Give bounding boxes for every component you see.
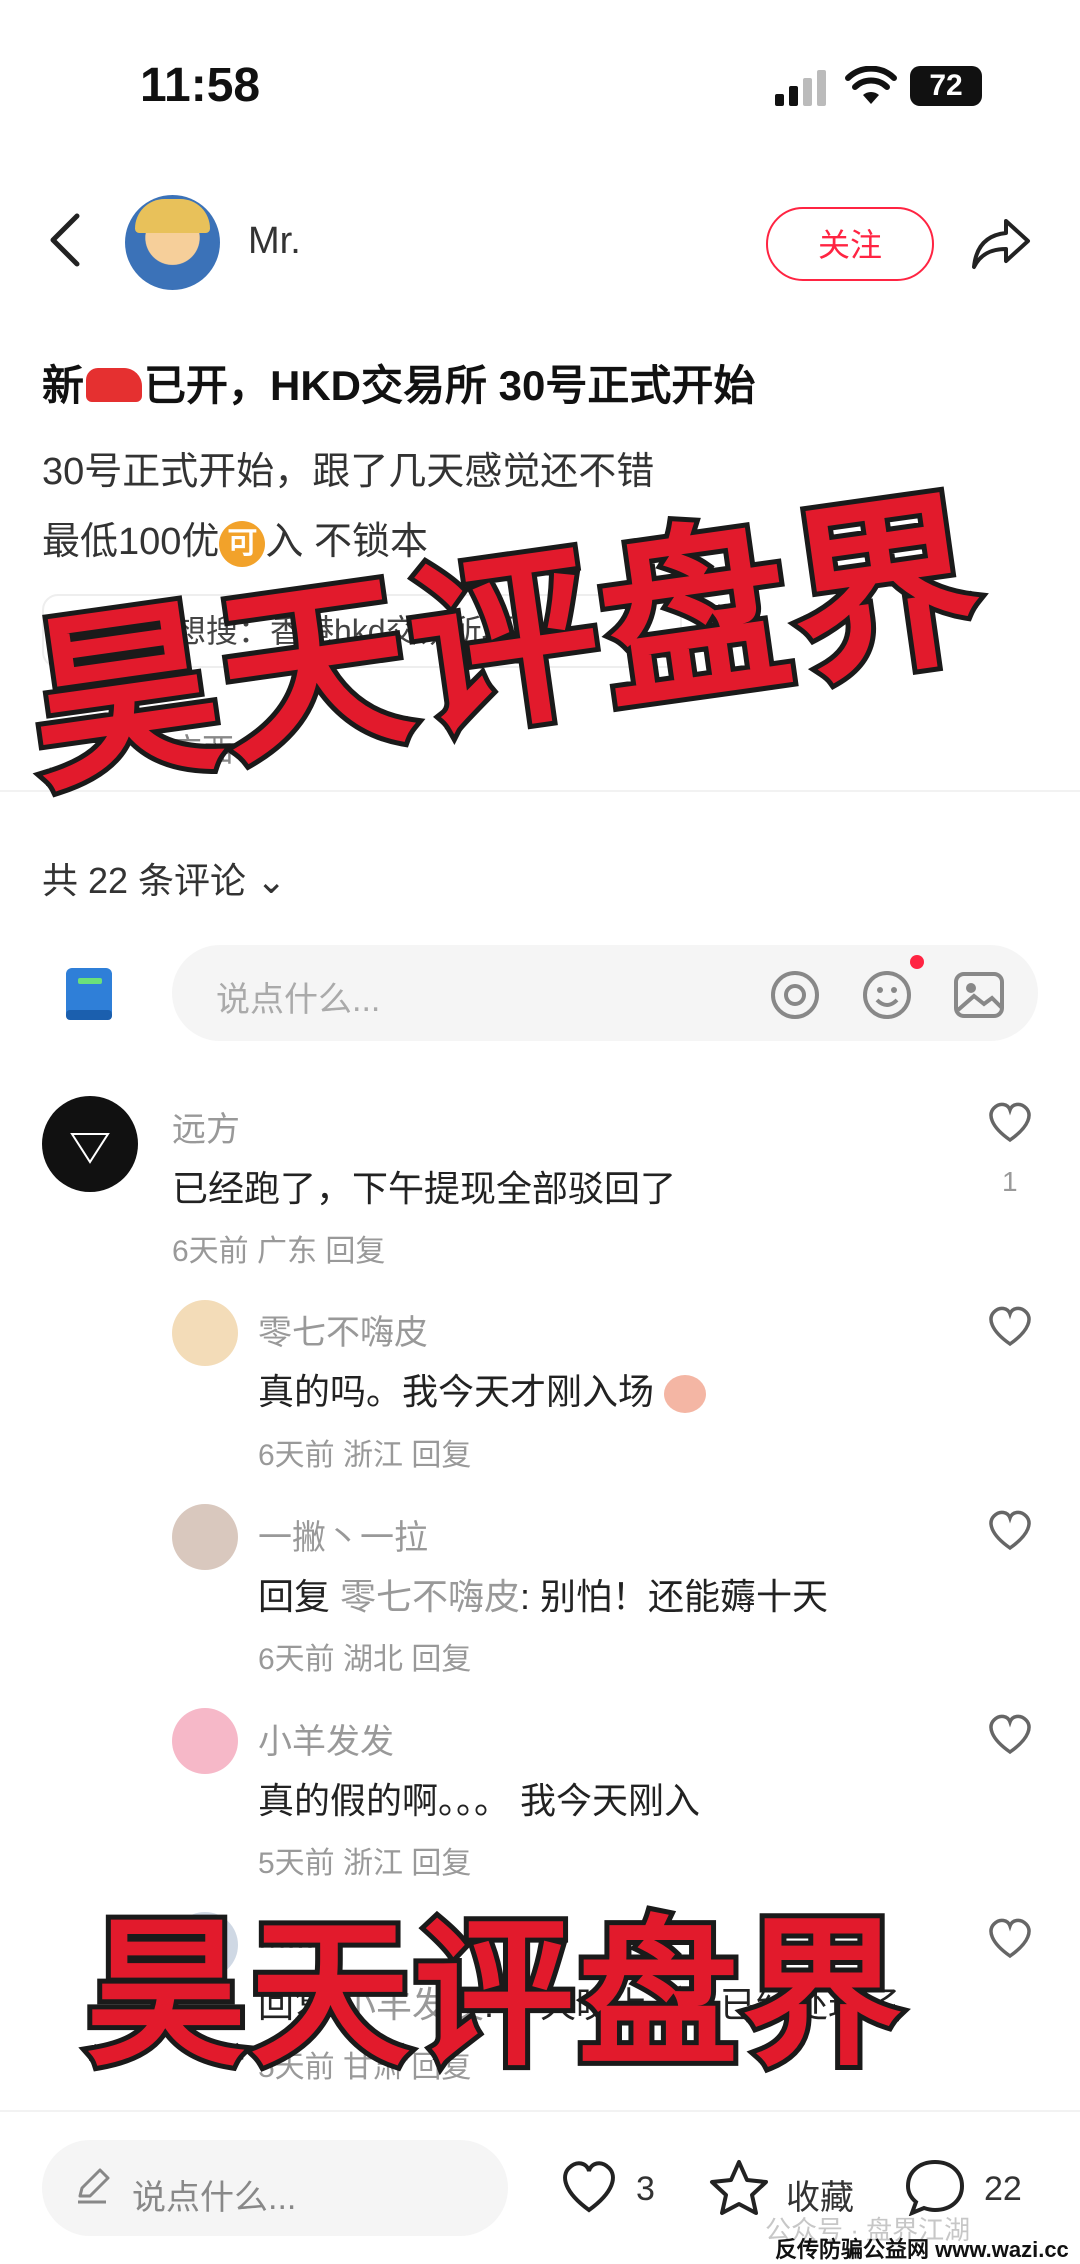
comment-text-content: 真的吗。我今天才刚入场 bbox=[258, 1371, 655, 1412]
battery-indicator: 72 bbox=[910, 66, 982, 106]
like-heart-icon[interactable] bbox=[558, 2158, 620, 2216]
commenter-avatar[interactable] bbox=[172, 1504, 238, 1570]
signal-icon bbox=[775, 70, 826, 106]
share-icon[interactable] bbox=[970, 215, 1032, 271]
heart-icon[interactable] bbox=[986, 1916, 1034, 1960]
comment-text: 真的假的啊。。。 我今天刚入 bbox=[258, 1780, 701, 1821]
title-suffix: 已开，HKD交易所 30号正式开始 bbox=[144, 362, 756, 409]
commenter-name[interactable]: 一撇丶一拉 bbox=[258, 1510, 428, 1559]
car-icon bbox=[86, 367, 143, 402]
reply-prefix: 回复 bbox=[258, 1576, 331, 1617]
mention-icon[interactable] bbox=[768, 968, 822, 1022]
reply-to-name[interactable]: 零七不嗨皮 bbox=[340, 1576, 520, 1617]
image-icon[interactable] bbox=[952, 968, 1006, 1022]
commenter-avatar[interactable] bbox=[42, 1096, 138, 1192]
heart-icon[interactable] bbox=[986, 1508, 1034, 1552]
site-watermark: 反传防骗公益网 www.wazi.cc bbox=[775, 2237, 1069, 2262]
comment-text: 回复 零七不嗨皮: 别怕！还能薅十天 bbox=[258, 1568, 828, 1620]
comment-count-toggle[interactable]: 共 22 条评论 ⌄ bbox=[42, 852, 286, 904]
like-count: 3 bbox=[636, 2170, 655, 2208]
book-icon[interactable] bbox=[64, 966, 116, 1022]
post-title: 新 已开，HKD交易所 30号正式开始 bbox=[42, 352, 755, 413]
commenter-avatar[interactable] bbox=[172, 1300, 238, 1366]
emoji-icon[interactable] bbox=[860, 968, 914, 1022]
like-count: 1 bbox=[1002, 1166, 1018, 1197]
comment-text-content: : 别怕！还能薅十天 bbox=[520, 1576, 829, 1617]
comment-meta[interactable]: 6天前 浙江 回复 bbox=[258, 1430, 471, 1474]
status-time: 11:58 bbox=[140, 59, 261, 112]
wifi-icon bbox=[845, 66, 897, 104]
comment-text: 已经跑了，下午提现全部驳回了 bbox=[172, 1168, 677, 1209]
back-arrow-icon[interactable] bbox=[45, 210, 85, 270]
commenter-name[interactable]: 小羊发发 bbox=[258, 1714, 394, 1763]
triangle-logo-icon bbox=[70, 1133, 110, 1164]
comment-meta[interactable]: 6天前 广东 回复 bbox=[172, 1226, 385, 1270]
chevron-down-icon: ⌄ bbox=[256, 860, 287, 901]
comment-bubble-icon[interactable] bbox=[904, 2158, 966, 2216]
comment-count: 22 bbox=[984, 2170, 1022, 2208]
comment-count-label: 共 22 条评论 bbox=[42, 860, 247, 901]
author-avatar[interactable] bbox=[125, 195, 220, 290]
crying-emoji-icon bbox=[664, 1375, 707, 1414]
heart-icon[interactable] bbox=[986, 1304, 1034, 1348]
pencil-icon bbox=[78, 2168, 110, 2204]
watermark-overlay: 昊天评盘界 bbox=[81, 1896, 907, 2093]
heart-icon[interactable] bbox=[986, 1712, 1034, 1756]
commenter-avatar[interactable] bbox=[172, 1708, 238, 1774]
comment-text: 真的吗。我今天才刚入场 bbox=[258, 1363, 707, 1415]
author-name[interactable]: Mr. bbox=[248, 220, 301, 263]
notification-dot bbox=[910, 955, 924, 969]
star-icon[interactable] bbox=[708, 2158, 770, 2216]
heart-icon[interactable] bbox=[986, 1100, 1034, 1144]
commenter-name[interactable]: 零七不嗨皮 bbox=[258, 1305, 428, 1354]
comment-input-placeholder: 说点什么... bbox=[216, 981, 381, 1019]
follow-button[interactable]: 关注 bbox=[766, 207, 934, 281]
commenter-name[interactable]: 远方 bbox=[172, 1102, 240, 1151]
comment-meta[interactable]: 6天前 湖北 回复 bbox=[258, 1634, 471, 1678]
bottom-input-placeholder: 说点什么... bbox=[132, 2179, 297, 2217]
title-prefix: 新 bbox=[42, 362, 85, 409]
